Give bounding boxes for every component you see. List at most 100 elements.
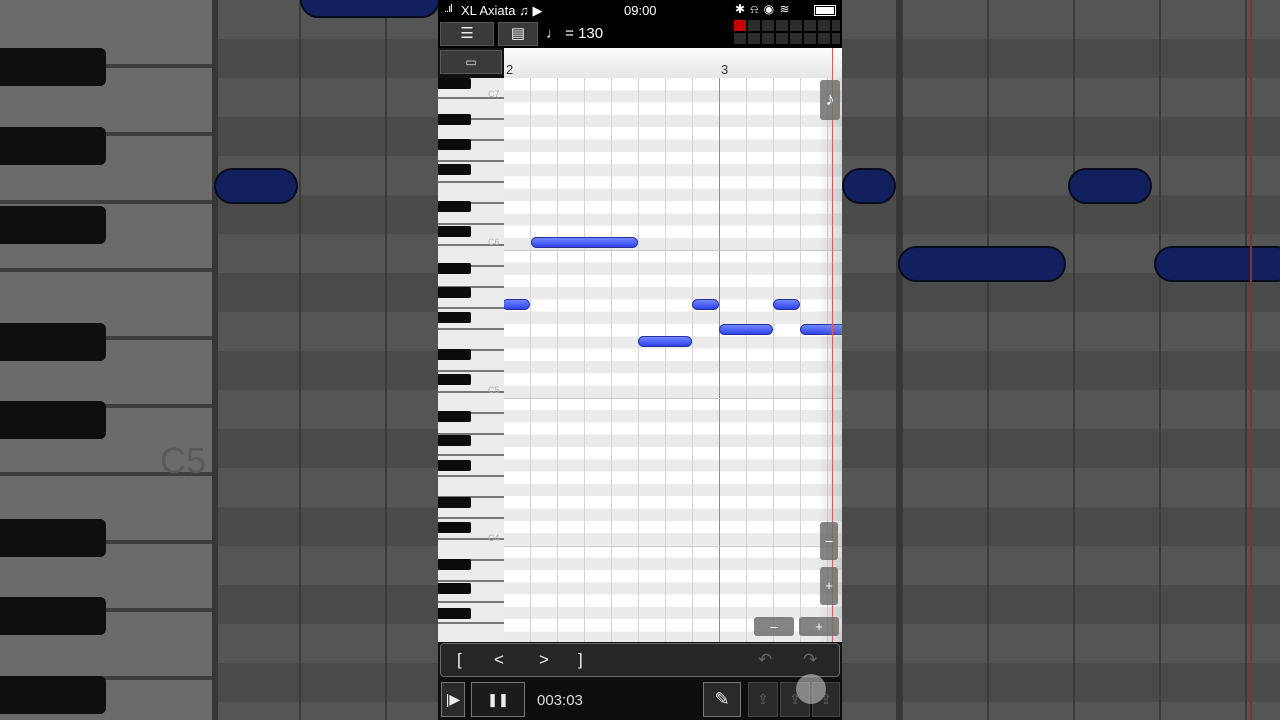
- bg-octave-label: C5: [160, 440, 207, 481]
- black-key[interactable]: [438, 114, 471, 125]
- next-button[interactable]: >: [539, 650, 549, 670]
- beat-line: [611, 78, 612, 642]
- bg-note: [1154, 246, 1280, 282]
- key-label: C5: [488, 385, 500, 395]
- black-key[interactable]: [438, 226, 471, 237]
- minus-icon: –: [770, 619, 778, 634]
- status-bar: ..ıl XL Axiata ♫ ▶ 09:00 ✱ ⍾ ◉ ≋: [438, 0, 842, 20]
- black-key[interactable]: [438, 312, 471, 323]
- vertical-zoom-in-button[interactable]: +: [820, 567, 838, 605]
- battery-icon: [814, 5, 836, 16]
- bg-note: [898, 246, 1066, 282]
- plus-icon: +: [815, 619, 823, 634]
- piano-keyboard[interactable]: C7 C6 C5 C4: [438, 78, 504, 642]
- note-length-button[interactable]: ♪: [820, 80, 840, 120]
- beat-line: [665, 78, 666, 642]
- status-clock: 09:00: [624, 3, 657, 18]
- black-key[interactable]: [438, 497, 471, 508]
- timeline-ruler[interactable]: 2 3: [504, 48, 842, 78]
- score-icon: ▤: [510, 25, 526, 42]
- beat-line: [557, 78, 558, 642]
- bg-note: [214, 168, 298, 204]
- bg-black-key: [0, 401, 106, 439]
- menu-button[interactable]: ☰: [440, 22, 494, 46]
- black-key[interactable]: [438, 139, 471, 150]
- black-key[interactable]: [438, 201, 471, 212]
- pause-icon: ❚❚: [487, 692, 509, 707]
- redo-button[interactable]: ↷: [803, 650, 817, 670]
- pencil-tool-button[interactable]: ✎: [703, 682, 741, 717]
- black-key[interactable]: [438, 287, 471, 298]
- tempo-display[interactable]: ♩ = 130: [546, 25, 603, 42]
- bg-black-key: [0, 323, 106, 361]
- black-key[interactable]: [438, 608, 471, 619]
- loop-start-button[interactable]: [: [457, 650, 462, 670]
- track-meters[interactable]: [734, 20, 840, 46]
- bg-black-key: [0, 48, 106, 86]
- midi-note[interactable]: [773, 299, 800, 310]
- key-label: C7: [488, 89, 500, 99]
- note-grid[interactable]: [504, 78, 842, 642]
- bg-note: [842, 168, 896, 204]
- bg-playhead: [1250, 0, 1252, 720]
- black-key[interactable]: [438, 164, 471, 175]
- score-view-button[interactable]: ▤: [498, 22, 538, 46]
- minus-icon: –: [825, 533, 833, 548]
- notification-icons: ♫ ▶: [519, 3, 543, 18]
- bar-number: 3: [721, 62, 729, 77]
- beat-line: [584, 78, 585, 642]
- key-label: C4: [488, 533, 500, 543]
- black-key[interactable]: [438, 78, 471, 89]
- export-button-1[interactable]: ⇪: [748, 682, 778, 717]
- previous-button[interactable]: <: [494, 650, 504, 670]
- beat-line: [638, 78, 639, 642]
- bg-note: [300, 0, 440, 18]
- black-key[interactable]: [438, 435, 471, 446]
- bg-divider: [212, 0, 218, 720]
- menu-icon: ☰: [460, 25, 474, 42]
- pencil-icon: ✎: [714, 689, 730, 709]
- undo-button[interactable]: ↶: [758, 650, 772, 670]
- eraser-icon: ▭: [465, 55, 477, 69]
- pause-button[interactable]: ❚❚: [471, 682, 525, 717]
- horizontal-zoom-in-button[interactable]: +: [799, 617, 839, 636]
- beat-line: [530, 78, 531, 642]
- bg-divider: [896, 0, 902, 720]
- export-icon: ⇪: [757, 691, 769, 707]
- bg-black-key: [0, 676, 106, 714]
- midi-note[interactable]: [531, 237, 638, 248]
- transport-bar: |▶ ❚❚ 003:03 ✎ ⇪ ⇪ ⇪: [438, 679, 842, 720]
- horizontal-zoom-out-button[interactable]: –: [754, 617, 794, 636]
- octave-line: [504, 398, 842, 399]
- navigation-bar: [ < > ] ↶ ↷: [440, 643, 840, 677]
- black-key[interactable]: [438, 559, 471, 570]
- black-key[interactable]: [438, 522, 471, 533]
- bg-black-key: [0, 597, 106, 635]
- loop-end-button[interactable]: ]: [578, 650, 583, 670]
- beat-line: [746, 78, 747, 642]
- bg-black-key: [0, 127, 106, 165]
- midi-note[interactable]: [719, 324, 773, 335]
- beat-line: [800, 78, 801, 642]
- midi-note[interactable]: [504, 299, 530, 310]
- carrier-name: XL Axiata ♫ ▶: [461, 3, 543, 18]
- play-start-icon: |▶: [445, 691, 461, 707]
- midi-note[interactable]: [692, 299, 719, 310]
- bg-note: [1068, 168, 1152, 204]
- play-from-start-button[interactable]: |▶: [441, 682, 465, 717]
- black-key[interactable]: [438, 263, 471, 274]
- black-key[interactable]: [438, 460, 471, 471]
- bg-black-key: [0, 519, 106, 557]
- black-key[interactable]: [438, 374, 471, 385]
- bar-number: 2: [506, 62, 514, 77]
- black-key[interactable]: [438, 411, 471, 422]
- touch-indicator: [796, 674, 826, 704]
- plus-icon: +: [825, 578, 833, 593]
- bar-line: [719, 78, 720, 642]
- black-key[interactable]: [438, 583, 471, 594]
- vertical-zoom-out-button[interactable]: –: [820, 522, 838, 560]
- midi-note[interactable]: [638, 336, 692, 347]
- ruler-toggle-button[interactable]: ▭: [440, 50, 502, 74]
- black-key[interactable]: [438, 349, 471, 360]
- beat-line: [773, 78, 774, 642]
